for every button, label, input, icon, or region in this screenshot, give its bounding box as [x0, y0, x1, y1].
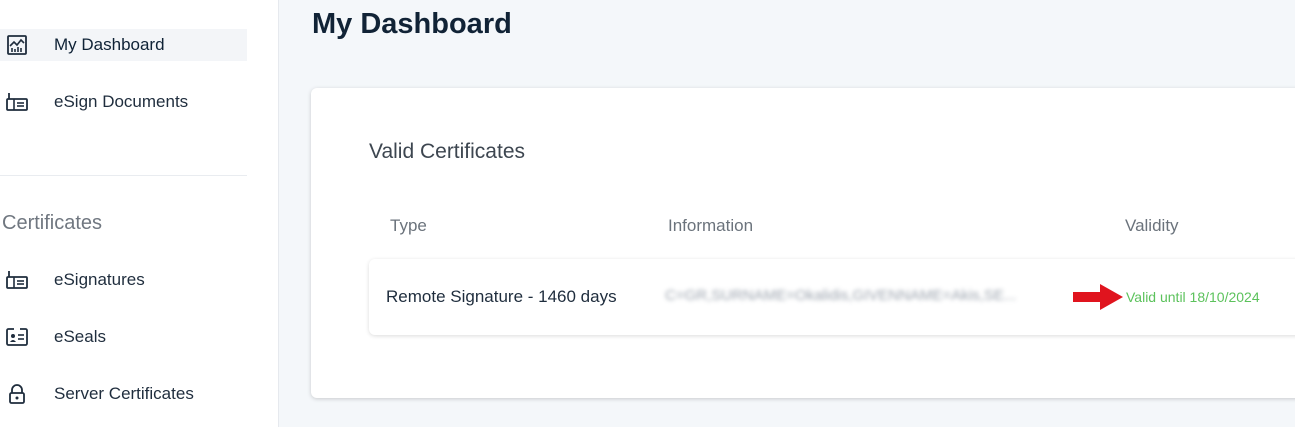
sign-document-icon: [6, 269, 28, 291]
certificate-validity: Valid until 18/10/2024: [1126, 289, 1260, 305]
page-title: My Dashboard: [312, 8, 512, 40]
sidebar-item-server-certificates[interactable]: Server Certificates: [0, 378, 247, 410]
valid-certificates-card: Valid Certificates Type Information Vali…: [311, 88, 1295, 398]
id-card-icon: [6, 326, 28, 348]
sidebar-item-esign-documents[interactable]: eSign Documents: [0, 86, 247, 118]
sidebar-item-label: eSign Documents: [54, 92, 189, 111]
sidebar-item-esignatures[interactable]: eSignatures: [0, 264, 247, 296]
sidebar: My Dashboard eSign Documents Certificate…: [0, 0, 279, 427]
sign-document-icon: [6, 91, 28, 113]
sidebar-item-my-dashboard[interactable]: My Dashboard: [0, 29, 247, 61]
sidebar-item-label: eSignatures: [54, 270, 145, 289]
column-header-type: Type: [390, 216, 427, 235]
red-arrow-icon: [1073, 284, 1123, 310]
sidebar-item-label: Server Certificates: [54, 384, 194, 403]
column-header-validity: Validity: [1125, 216, 1179, 235]
certificate-type: Remote Signature - 1460 days: [386, 287, 617, 306]
sidebar-section-title: Certificates: [2, 212, 103, 234]
sidebar-item-eseals[interactable]: eSeals: [0, 321, 247, 353]
chart-icon: [6, 34, 28, 56]
sidebar-divider: [0, 175, 247, 176]
lock-icon: [6, 383, 28, 405]
sidebar-item-label: My Dashboard: [54, 35, 165, 54]
column-header-information: Information: [668, 216, 754, 235]
table-row[interactable]: Remote Signature - 1460 days C=GR,SURNAM…: [369, 259, 1295, 335]
sidebar-item-label: eSeals: [54, 327, 106, 346]
certificate-information: C=GR,SURNAME=Okalidis,GIVENNAME=Akis,SE.…: [665, 287, 1017, 304]
card-title: Valid Certificates: [369, 140, 526, 163]
